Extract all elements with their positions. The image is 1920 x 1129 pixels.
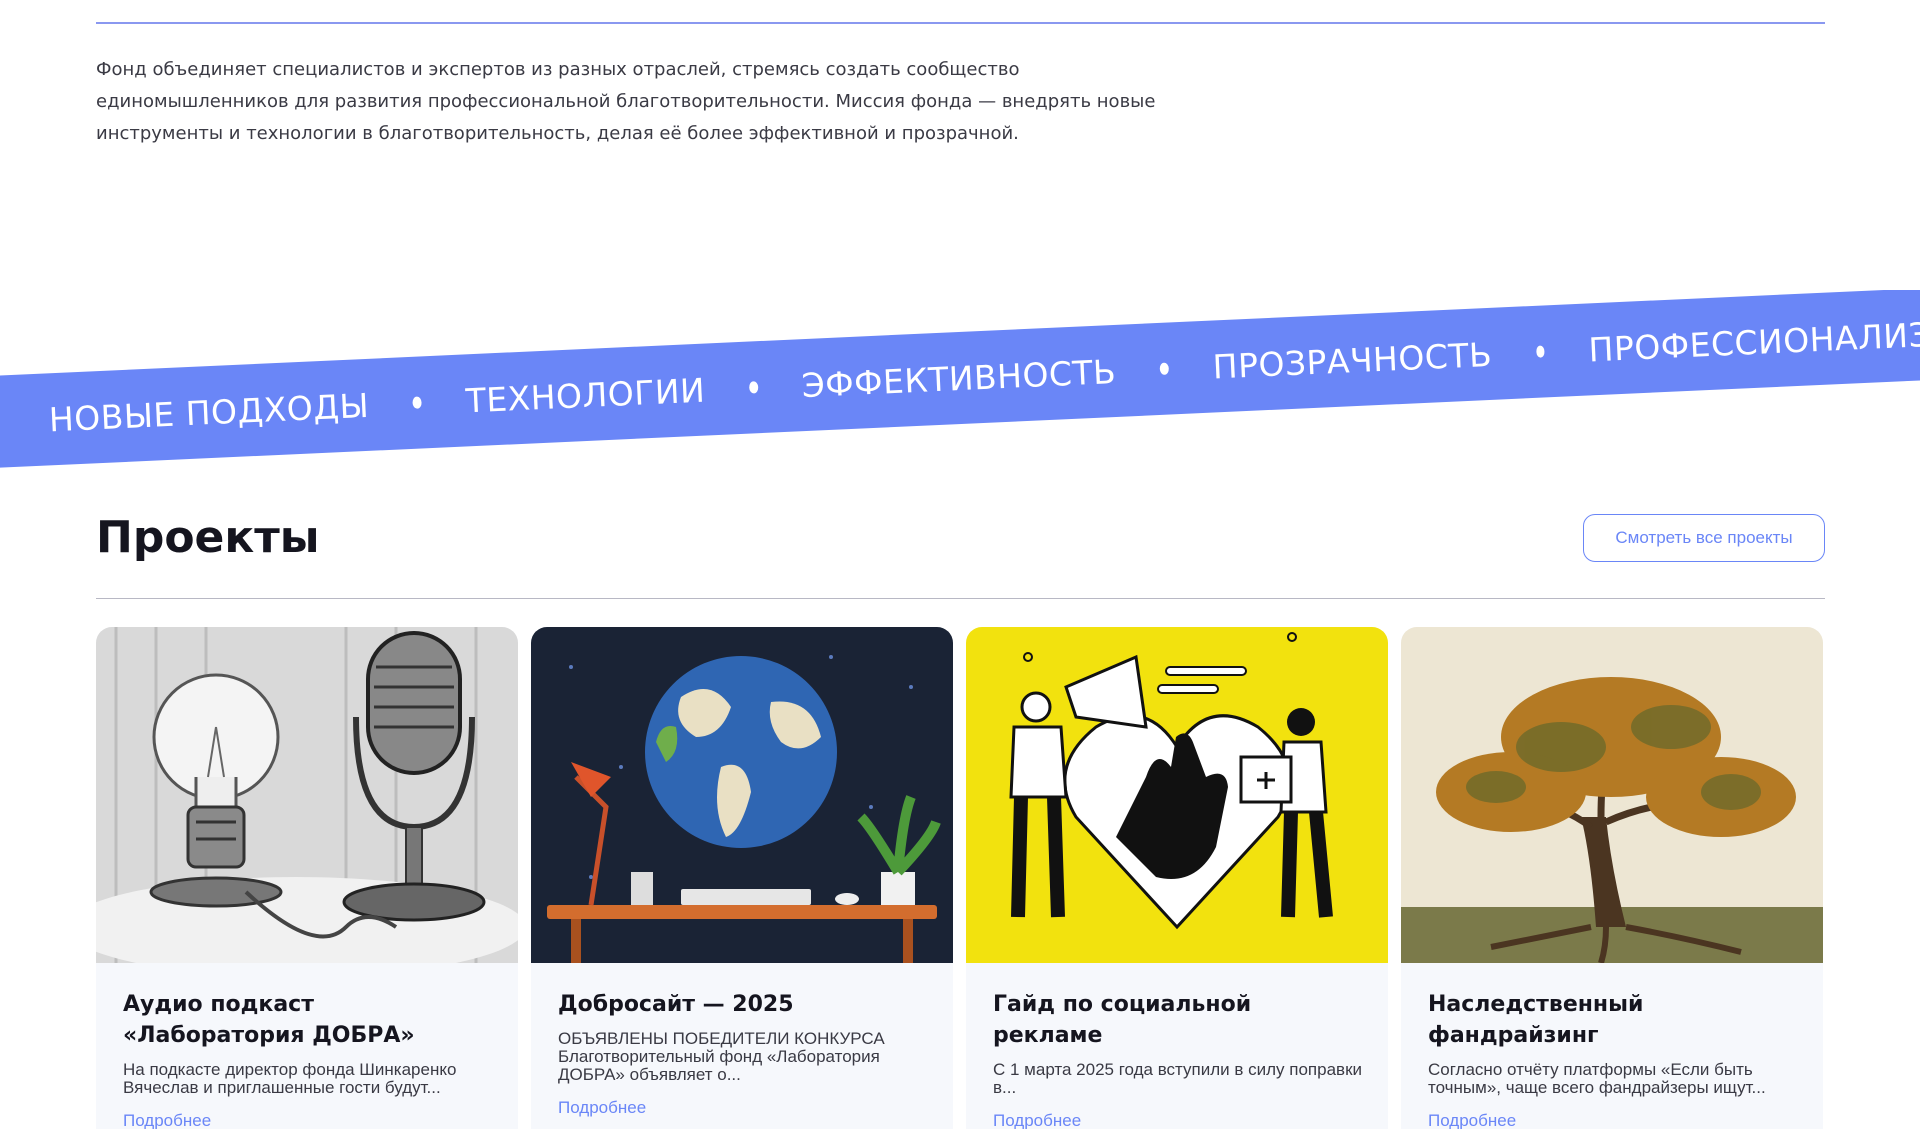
- project-image-megaphone-heart[interactable]: [966, 627, 1388, 963]
- read-more-link[interactable]: Подробнее: [1428, 1111, 1516, 1129]
- ribbon-item: ПРОЗРАЧНОСТЬ: [1211, 334, 1493, 387]
- view-all-projects-button[interactable]: Смотреть все проекты: [1583, 514, 1825, 562]
- read-more-link[interactable]: Подробнее: [558, 1098, 646, 1118]
- project-excerpt: Согласно отчёту платформы «Если быть точ…: [1428, 1060, 1766, 1097]
- bullet-dot: [1159, 362, 1170, 375]
- project-excerpt: На подкасте директор фонда Шинкаренко Вя…: [123, 1060, 457, 1097]
- bullet-dot: [748, 381, 759, 394]
- project-card[interactable]: Гайд по социальной рекламе С 1 марта 202…: [966, 627, 1388, 1129]
- project-card[interactable]: Наследственный фандрайзинг Согласно отчё…: [1401, 627, 1823, 1129]
- projects-heading: Проекты: [96, 512, 320, 563]
- project-cards: Аудио подкаст «Лаборатория ДОБРА» На под…: [96, 627, 1825, 1129]
- ribbon-item: ПРОФЕССИОНАЛИЗМ: [1587, 313, 1920, 369]
- read-more-link[interactable]: Подробнее: [123, 1111, 211, 1129]
- project-title[interactable]: Аудио подкаст «Лаборатория ДОБРА»: [123, 989, 492, 1051]
- project-card[interactable]: Добросайт — 2025 ОБЪЯВЛЕНЫ ПОБЕДИТЕЛИ КО…: [531, 627, 953, 1129]
- project-title[interactable]: Гайд по социальной рекламе: [993, 989, 1362, 1051]
- project-title[interactable]: Наследственный фандрайзинг: [1428, 989, 1797, 1051]
- project-title[interactable]: Добросайт — 2025: [558, 989, 927, 1020]
- mission-text: Фонд объединяет специалистов и экспертов…: [96, 59, 1156, 144]
- project-image-lightbulb-microphone[interactable]: [96, 627, 518, 963]
- read-more-link[interactable]: Подробнее: [993, 1111, 1081, 1129]
- ribbon-item: ТЕХНОЛОГИИ: [464, 370, 706, 420]
- bullet-dot: [412, 396, 422, 409]
- ribbon-item: ЭФФЕКТИВНОСТЬ: [800, 351, 1118, 405]
- project-image-tree[interactable]: [1401, 627, 1823, 963]
- bullet-dot: [1535, 345, 1545, 358]
- top-divider: [96, 22, 1825, 24]
- project-card[interactable]: Аудио подкаст «Лаборатория ДОБРА» На под…: [96, 627, 518, 1129]
- projects-divider: [96, 598, 1825, 599]
- values-ribbon: НОВЫЕ ПОДХОДЫ ТЕХНОЛОГИИ ЭФФЕКТИВНОСТЬ П…: [0, 290, 1920, 470]
- project-excerpt: С 1 марта 2025 года вступили в силу попр…: [993, 1060, 1363, 1097]
- project-image-globe-desk[interactable]: [531, 627, 953, 963]
- project-excerpt: ОБЪЯВЛЕНЫ ПОБЕДИТЕЛИ КОНКУРСА Благотвори…: [558, 1029, 885, 1084]
- ribbon-item: НОВЫЕ ПОДХОДЫ: [48, 385, 370, 439]
